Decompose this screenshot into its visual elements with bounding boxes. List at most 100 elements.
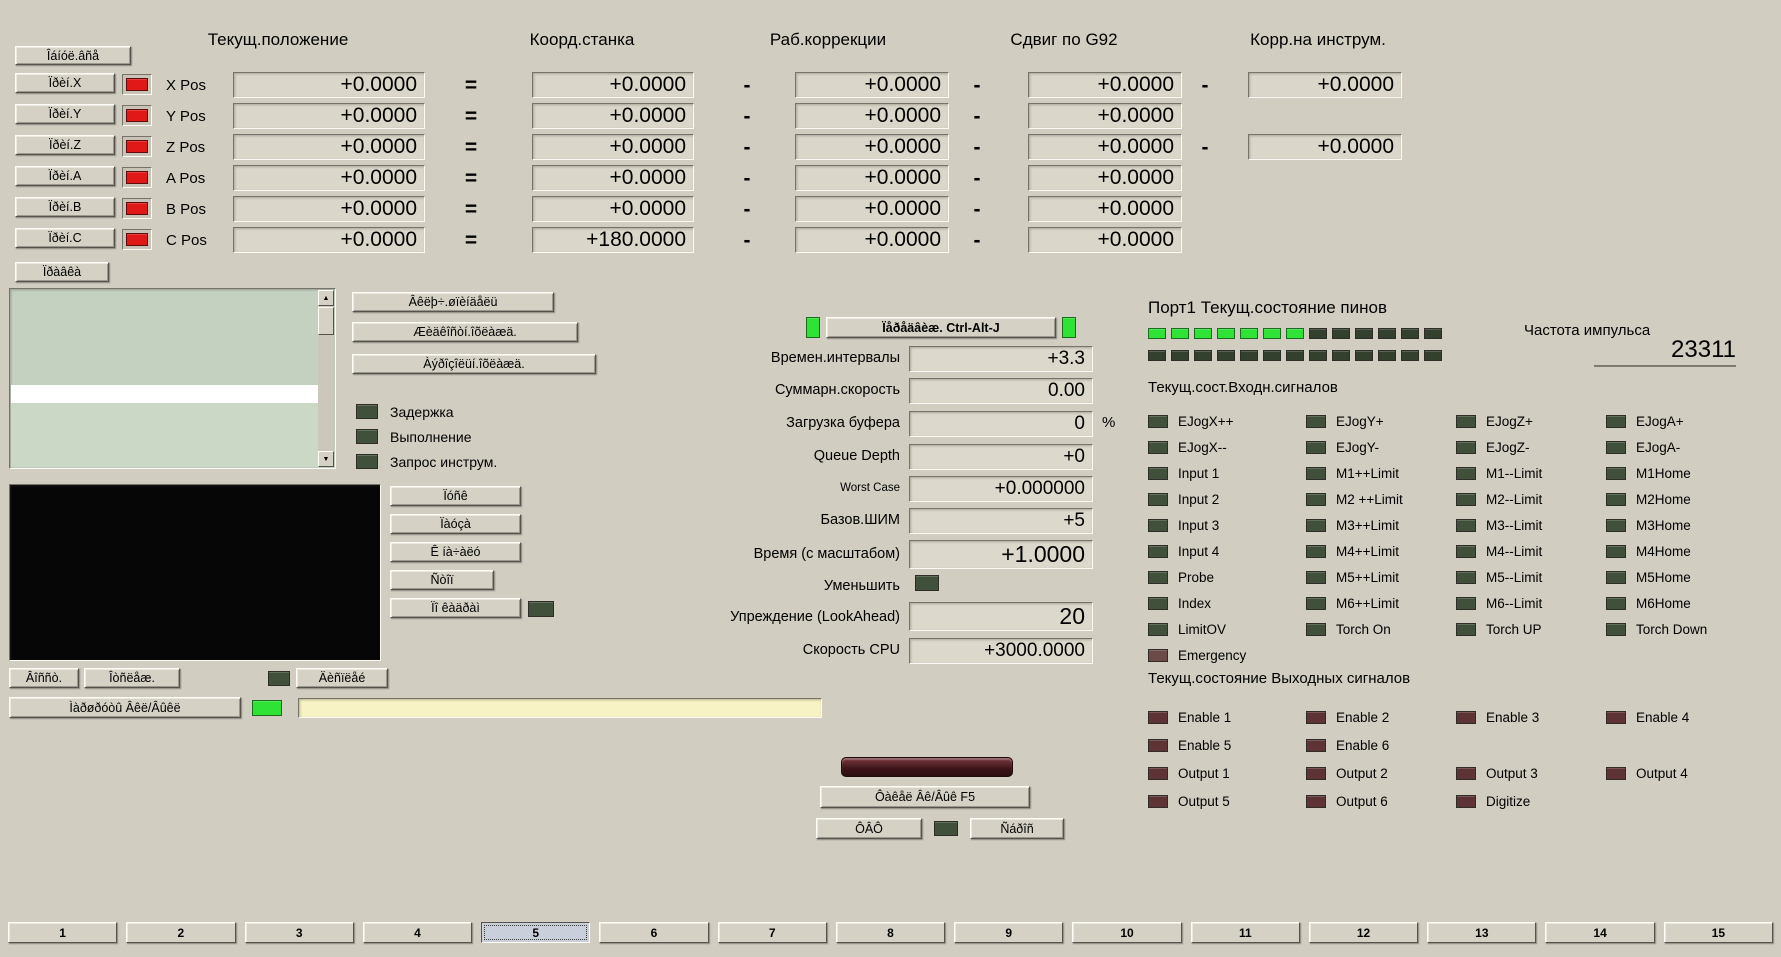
dro-tool-offset[interactable]: +0.0000 [1248,72,1402,98]
dro-g92-shift[interactable]: +0.0000 [1028,134,1182,160]
reduce-led[interactable] [915,575,939,591]
dro-row: Ïðèí.Y Y Pos +0.0000 = +0.0000 - +0.0000… [0,101,1781,132]
minus-sign: - [743,229,751,252]
screen-tab[interactable]: 2 [126,922,236,943]
input-signal: Input 4 [1148,538,1246,564]
trace-button[interactable]: Îòñëåæ. [84,668,180,688]
screen-tab[interactable]: 13 [1427,922,1537,943]
listbox-selected-row[interactable] [11,385,318,403]
input-signal: M2Home [1606,486,1707,512]
screen-tab[interactable]: 10 [1072,922,1182,943]
axis-ref-button[interactable]: Ïðèí.B [15,197,115,217]
scroll-down-button[interactable]: ▼ [318,451,334,467]
dro-rows: Ïðèí.X X Pos +0.0000 = +0.0000 - +0.0000… [0,70,1781,256]
dro-tool-offset[interactable]: +0.0000 [1248,134,1402,160]
signal-label: M5Home [1636,569,1691,585]
dro-machine-coord[interactable]: +0.0000 [532,72,694,98]
gcode-display[interactable] [9,484,381,661]
dro-work-offset[interactable]: +0.0000 [795,165,949,191]
axis-ref-button[interactable]: Ïðèí.Z [15,135,115,155]
pin-led [1424,350,1442,361]
history-listbox[interactable]: ▲ ▼ [9,288,336,469]
signal-label: LimitOV [1178,621,1227,637]
scroll-thumb[interactable] [318,307,334,335]
dro-current-position[interactable]: +0.0000 [233,72,425,98]
dro-current-position[interactable]: +0.0000 [233,196,425,222]
signal-led [1306,492,1326,506]
zero-all-button[interactable]: Îáíóë.âñå [15,46,131,65]
dro-g92-shift[interactable]: +0.0000 [1028,72,1182,98]
axis-ref-button[interactable]: Ïðèí.A [15,166,115,186]
torch-toggle-button[interactable]: Ôàêåë Âê/Âûê F5 [820,786,1030,808]
dro-work-offset[interactable]: +0.0000 [795,103,949,129]
dro-current-position[interactable]: +0.0000 [233,134,425,160]
jog-toggle-button[interactable]: Ïåðåäâèæ. Ctrl-Alt-J [826,317,1056,338]
listbox-scrollbar[interactable]: ▲ ▼ [318,290,334,467]
input-signal: M4++Limit [1306,538,1403,564]
screen-tab[interactable]: 5 [481,922,591,943]
pin-led [1194,350,1212,361]
screen-tab[interactable]: 14 [1545,922,1655,943]
dro-work-offset[interactable]: +0.0000 [795,196,949,222]
screen-tab[interactable]: 15 [1663,922,1773,943]
signal-led [1148,518,1168,532]
dro-machine-coord[interactable]: +0.0000 [532,134,694,160]
input-signals-title: Текущ.сост.Входн.сигналов [1148,379,1338,396]
axis-ref-button[interactable]: Ïðèí.C [15,228,115,248]
pin-led [1148,350,1166,361]
pause-button[interactable]: Ïàóçà [390,514,521,534]
screen-tab[interactable]: 11 [1190,922,1300,943]
restore-button[interactable]: Âîññò. [9,668,79,688]
pin-led [1378,350,1396,361]
screen-tab[interactable]: 9 [954,922,1064,943]
dro-machine-coord[interactable]: +0.0000 [532,196,694,222]
screen-tab[interactable]: 3 [244,922,354,943]
single-block-button[interactable]: Ïî êàäðàì [390,598,521,618]
dro-g92-shift[interactable]: +0.0000 [1028,165,1182,191]
tool-request-led [356,454,378,469]
cpu-speed-value: +3000.0000 [909,638,1093,664]
reset-button[interactable]: Ñáðîñ [970,818,1064,839]
output-signal: Enable 1 [1148,703,1231,731]
display-button[interactable]: Äèñïëåé [296,668,388,688]
lookahead-value[interactable]: 20 [909,602,1093,631]
signal-label: Digitize [1486,793,1531,809]
screen-tab[interactable]: 6 [599,922,709,943]
axis-ref-button[interactable]: Ïðèí.X [15,73,115,93]
dro-machine-coord[interactable]: +0.0000 [532,103,694,129]
screen-tab[interactable]: 12 [1308,922,1419,943]
dro-work-offset[interactable]: +0.0000 [795,227,949,253]
start-button[interactable]: Ïóñê [390,486,521,506]
edit-button[interactable]: Ïðàâêà [15,262,109,282]
dro-g92-shift[interactable]: +0.0000 [1028,103,1182,129]
dro-g92-shift[interactable]: +0.0000 [1028,227,1182,253]
signal-label: Torch On [1336,621,1391,637]
thc-button[interactable]: ÔÂÔ [816,818,922,839]
dro-work-offset[interactable]: +0.0000 [795,134,949,160]
scaled-time-value[interactable]: +1.0000 [909,540,1093,569]
cpu-speed-label: Скорость CPU [802,642,900,658]
screen-tab[interactable]: 7 [717,922,827,943]
dro-current-position[interactable]: +0.0000 [233,165,425,191]
screen-tab[interactable]: 1 [8,922,118,943]
dro-machine-coord[interactable]: +180.0000 [532,227,694,253]
screen-tab[interactable]: 8 [835,922,946,943]
mist-coolant-button[interactable]: Àýðîçîëüí.îõëàæä. [352,354,596,374]
dro-current-position[interactable]: +0.0000 [233,227,425,253]
equals-sign: = [464,136,478,159]
stop-button[interactable]: Ñòîï [390,570,494,590]
column-header-tool-offset: Корр.на инструм. [1250,30,1386,49]
output-signal: Output 1 [1148,759,1231,787]
dro-current-position[interactable]: +0.0000 [233,103,425,129]
dro-machine-coord[interactable]: +0.0000 [532,165,694,191]
flood-coolant-button[interactable]: Æèäêîñòí.îõëàæä. [352,322,578,342]
rewind-button[interactable]: Ê íà÷àëó [390,542,521,562]
dro-g92-shift[interactable]: +0.0000 [1028,196,1182,222]
signal-label: Enable 5 [1178,737,1232,753]
scroll-up-button[interactable]: ▲ [318,290,334,306]
axis-ref-button[interactable]: Ïðèí.Y [15,104,115,124]
routes-toggle-button[interactable]: Ìàðøðóòû Âêë/Âûêë [9,697,241,718]
dro-work-offset[interactable]: +0.0000 [795,72,949,98]
screen-tab[interactable]: 4 [362,922,473,943]
spindle-toggle-button[interactable]: Âêëþ÷.øïèíäåëü [352,292,554,312]
